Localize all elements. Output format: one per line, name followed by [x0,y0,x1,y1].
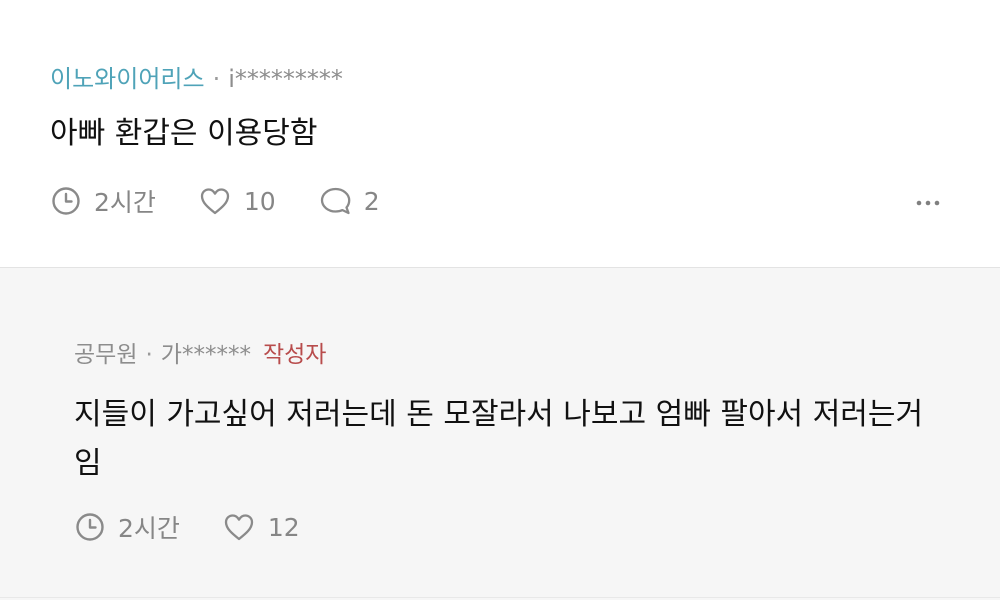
author-badge: 작성자 [262,342,327,368]
reply-time-text: 2시간 [118,514,180,543]
more-dots-icon [916,200,940,206]
reply-card: 공무원 · 가****** 작성자 지들이 가고싶어 저러는데 돈 모잘라서 나보고 … [0,268,1000,600]
more-options-button[interactable] [914,190,942,214]
reply-time: 2시간 [74,509,180,545]
clock-icon [52,187,80,215]
reply-nickname[interactable]: 공무원 [74,342,137,368]
bottom-divider [0,597,1000,598]
comment-nickname[interactable]: 이노와이어리스 [50,65,205,93]
heart-icon [200,188,230,215]
comment-user-id: i********* [228,65,343,93]
comment-time: 2시간 [50,183,156,219]
comment-time-text: 2시간 [94,188,156,217]
comment-text: 아빠 환갑은 이용당함 [50,116,318,151]
comment-stats: 2시간 10 2 [50,180,422,222]
comment-reply-count: 2 [363,186,380,216]
clock-icon [76,513,104,541]
comment-like-button[interactable]: 10 [198,185,276,217]
meta-separator: · [212,65,221,93]
reply-text: 지들이 가고싶어 저러는데 돈 모잘라서 나보고 엄빠 팔아서 저러는거임 [74,397,924,481]
reply-like-button[interactable]: 12 [222,511,300,543]
reply-user-id: 가****** [160,342,251,368]
comment-card: 이노와이어리스 · i********* 아빠 환갑은 이용당함 2시간 10 2 [0,0,1000,268]
comment-like-count: 10 [243,186,276,216]
reply-meta: 공무원 · 가****** 작성자 [74,338,326,372]
comment-meta: 이노와이어리스 · i********* [50,62,343,96]
comment-reply-button[interactable]: 2 [318,185,380,217]
meta-separator: · [145,342,153,368]
speech-bubble-icon [320,187,351,215]
heart-icon [224,514,254,541]
reply-stats: 2시간 12 [74,506,342,548]
reply-like-count: 12 [267,512,300,542]
